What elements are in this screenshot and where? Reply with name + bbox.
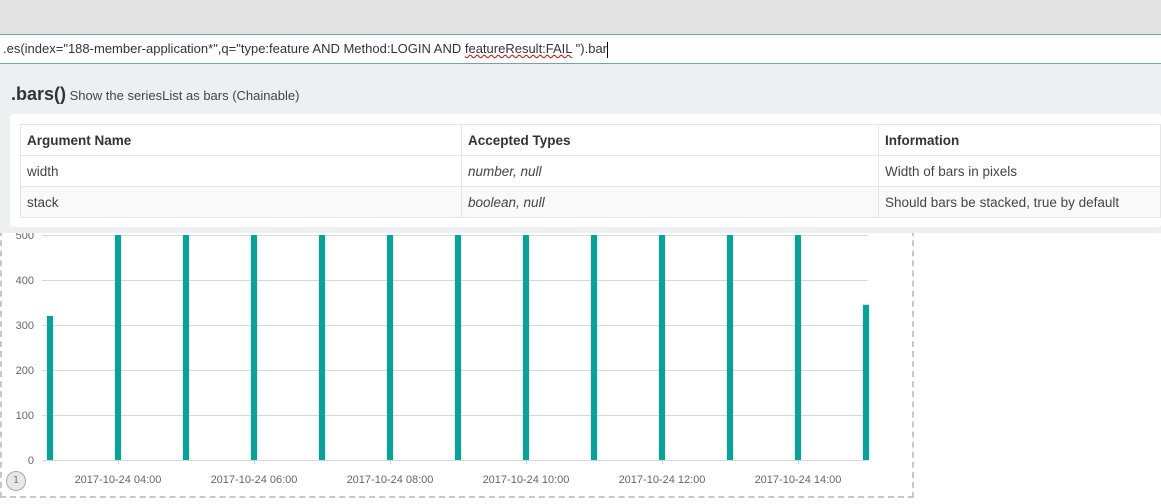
text-caret: [607, 41, 609, 58]
chart-panel: 0 100 200 300 400 500 2017-10-24 04:00 2017-10-…: [0, 200, 914, 498]
table-row: stack boolean, null Should bars be stack…: [20, 186, 1161, 218]
expression-input[interactable]: .es(index="188-member-application*",q="t…: [0, 34, 1161, 64]
top-toolbar: [0, 0, 1161, 34]
arguments-card: Argument Name Accepted Types Information…: [10, 114, 1161, 227]
bar: [47, 316, 53, 460]
y-tick-label: 400: [16, 275, 34, 287]
column-header: Argument Name: [20, 124, 462, 156]
bar: [387, 235, 393, 460]
arguments-table: Argument Name Accepted Types Information…: [20, 124, 1161, 218]
x-tick-label: 2017-10-24 04:00: [75, 474, 162, 486]
bar: [863, 304, 869, 460]
x-tick-label: 2017-10-24 06:00: [211, 474, 298, 486]
bar: [591, 235, 597, 460]
argument-types: boolean, null: [461, 186, 879, 218]
x-tick-label: 2017-10-24 08:00: [347, 474, 434, 486]
function-name: .bars(): [11, 84, 67, 104]
argument-info: Width of bars in pixels: [878, 155, 1161, 187]
table-row: width number, null Width of bars in pixe…: [20, 155, 1161, 187]
function-description: Show the seriesList as bars (Chainable): [69, 88, 300, 103]
column-header: Accepted Types: [461, 124, 879, 156]
argument-name: stack: [20, 186, 462, 218]
y-tick-label: 200: [16, 365, 34, 377]
y-tick-label: 100: [16, 410, 34, 422]
argument-name: width: [20, 155, 462, 187]
bar: [659, 235, 665, 460]
help-title: .bars() Show the seriesList as bars (Cha…: [11, 84, 299, 105]
x-tick-label: 2017-10-24 14:00: [755, 474, 842, 486]
bar: [727, 235, 733, 460]
argument-info: Should bars be stacked, true by default: [878, 186, 1161, 218]
bar: [795, 235, 801, 460]
x-tick-label: 2017-10-24 12:00: [619, 474, 706, 486]
y-tick-label: 0: [28, 455, 34, 467]
chart-index-badge: 1: [6, 471, 26, 491]
expression-text-end: ").bar: [572, 41, 608, 56]
bar-chart: 01002003004005002017-10-24 04:00 2017-10-…: [16, 230, 869, 486]
bar: [319, 235, 325, 460]
y-tick-label: 300: [16, 320, 34, 332]
function-help-popup: .bars() Show the seriesList as bars (Cha…: [0, 64, 1161, 233]
column-header: Information: [878, 124, 1161, 156]
bar: [251, 235, 257, 460]
misspelled-word: featureResult:FAIL: [464, 41, 573, 56]
expression-text: .es(index="188-member-application*",q="t…: [3, 41, 465, 56]
bar: [115, 235, 121, 460]
table-header: Argument Name Accepted Types Information: [20, 124, 1161, 156]
bar: [455, 235, 461, 460]
argument-types: number, null: [461, 155, 879, 187]
bar: [183, 235, 189, 460]
bar: [523, 235, 529, 460]
x-tick-label: 2017-10-24 10:00: [483, 474, 570, 486]
